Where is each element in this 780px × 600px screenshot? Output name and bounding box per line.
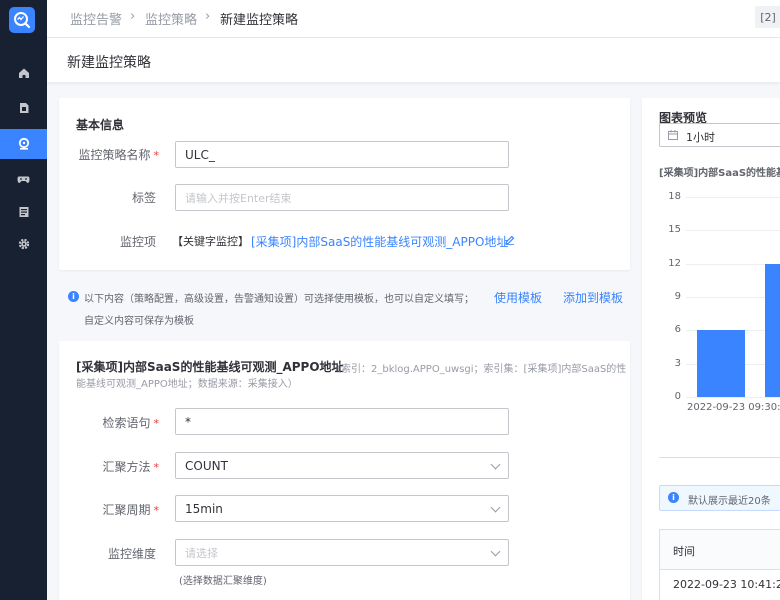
method-value: COUNT <box>185 458 228 473</box>
period-value: 15min <box>185 501 223 516</box>
monitor-logo-icon <box>14 12 31 29</box>
notice-bar: i 默认展示最近20条 <box>659 485 780 511</box>
breadcrumb-parent[interactable]: 监控策略 <box>145 9 197 28</box>
y-tick-label: 18 <box>668 191 681 202</box>
chart-title: [采集项]内部SaaS的性能基 <box>659 168 780 179</box>
strategy-name-label: 监控策略名称 * <box>59 146 159 163</box>
strategy-name-input[interactable]: ULC_ <box>175 141 509 168</box>
x-tick-label: 2022-09-23 09:30:0 <box>687 402 780 413</box>
bar-chart: 0 3 6 9 12 15 18 2022-09-23 09:30:0 <box>659 188 780 413</box>
table-cell-time: 2022-09-23 10:41:26 <box>673 578 780 591</box>
chart-bar[interactable] <box>697 330 745 397</box>
use-template-link[interactable]: 使用模板 <box>494 289 542 306</box>
divider <box>659 457 780 458</box>
monitor-item-label: 监控项 <box>119 235 156 249</box>
dimension-label: 监控维度 <box>107 547 156 561</box>
y-tick-label: 9 <box>674 291 681 302</box>
tag-label: 标签 <box>131 191 156 205</box>
y-tick-label: 6 <box>674 324 681 336</box>
top-bar: 监控告警 › 监控策略 › 新建监控策略 [2] <box>47 0 780 38</box>
dimension-hint: (选择数据汇聚维度) <box>179 576 267 587</box>
tag-input[interactable]: 请输入并按Enter结束 <box>175 184 509 211</box>
time-range-select[interactable]: 1小时 <box>659 123 780 147</box>
title-bar: 新建监控策略 <box>47 38 780 82</box>
y-tick-label: 12 <box>668 257 681 269</box>
method-label: 汇聚方法 * <box>59 458 159 475</box>
nav-monitor[interactable] <box>0 129 47 159</box>
tag-placeholder: 请输入并按Enter结束 <box>185 191 292 205</box>
chart-gridline <box>686 397 780 398</box>
dimension-select[interactable]: 请选择 <box>175 539 509 566</box>
gamepad-icon <box>17 176 30 183</box>
nav-home[interactable] <box>0 58 47 88</box>
breadcrumb-separator: › <box>205 9 211 24</box>
y-tick-label: 15 <box>668 224 681 236</box>
report-icon <box>19 207 28 217</box>
y-tick-label: 3 <box>674 357 681 369</box>
add-to-template-link[interactable]: 添加到模板 <box>563 289 623 306</box>
method-select[interactable]: COUNT <box>175 452 509 479</box>
query-source-meta: 能基线可观测_APPO地址；数据来源：采集接入） <box>76 379 298 390</box>
query-config-card: [采集项]内部SaaS的性能基线可观测_APPO地址 （索引：2_bklog.A… <box>59 341 630 600</box>
info-icon: i <box>668 492 679 503</box>
time-range-value: 1小时 <box>686 131 715 144</box>
template-note-line1: 以下内容（策略配置，高级设置，告警通知设置）可选择使用模板，也可以自定义填写； <box>84 294 474 305</box>
period-label: 汇聚周期 * <box>59 501 159 518</box>
strategy-name-value: ULC_ <box>185 147 215 162</box>
period-select[interactable]: 15min <box>175 495 509 522</box>
query-source-title: [采集项]内部SaaS的性能基线可观测_APPO地址 <box>76 360 344 374</box>
top-action-label: [2] <box>760 10 776 24</box>
nav-game[interactable] <box>0 164 47 194</box>
chart-gridline <box>686 230 780 232</box>
settings-icon <box>18 238 29 250</box>
monitor-item-link[interactable]: [采集项]内部SaaS的性能基线可观测_APPO地址 <box>251 233 508 250</box>
dimension-placeholder: 请选择 <box>185 546 218 560</box>
nav-report[interactable] <box>0 197 47 227</box>
chart-bar[interactable] <box>765 263 780 397</box>
chevron-down-icon <box>490 502 501 513</box>
calendar-icon <box>668 130 678 140</box>
query-source-meta: （索引：2_bklog.APPO_uwsgi；索引集：[采集项]内部SaaS的性 <box>331 364 627 375</box>
sidebar <box>0 0 47 600</box>
nav-dashboard[interactable] <box>0 93 47 123</box>
monitor-icon <box>18 138 29 150</box>
required-mark: * <box>153 504 160 517</box>
top-action-button[interactable]: [2] <box>755 6 780 28</box>
breadcrumb-separator: › <box>130 9 136 24</box>
breadcrumb-root[interactable]: 监控告警 <box>70 9 122 28</box>
notice-text: 默认展示最近20条 <box>688 496 771 507</box>
query-label: 检索语句 * <box>59 414 159 431</box>
dashboard-icon <box>19 103 28 113</box>
query-label-text: 检索语句 <box>102 416 151 430</box>
template-note-line2: 自定义内容可保存为模板 <box>84 316 194 327</box>
basic-info-card: 基本信息 监控策略名称 * ULC_ 标签 请输入并按Enter结束 监控项 【关… <box>59 98 630 270</box>
y-tick-label: 0 <box>674 391 681 402</box>
nav-settings[interactable] <box>0 229 47 259</box>
query-input[interactable]: * <box>175 408 509 435</box>
edit-icon[interactable] <box>505 235 515 245</box>
chart-gridline <box>686 197 780 198</box>
strategy-name-label-text: 监控策略名称 <box>78 148 151 162</box>
query-value: * <box>185 414 191 429</box>
home-icon <box>18 68 29 78</box>
method-label-text: 汇聚方法 <box>102 460 151 474</box>
table-header: 时间 <box>659 529 780 569</box>
table-header-time: 时间 <box>673 545 695 558</box>
required-mark: * <box>153 149 160 162</box>
page-title: 新建监控策略 <box>67 55 151 71</box>
table-row: 2022-09-23 10:41:26 <box>659 569 780 600</box>
app-logo[interactable] <box>9 7 35 33</box>
period-label-text: 汇聚周期 <box>102 503 151 517</box>
required-mark: * <box>153 461 160 474</box>
chevron-down-icon <box>490 546 501 557</box>
required-mark: * <box>153 417 160 430</box>
info-icon: i <box>68 291 79 302</box>
chart-preview-panel: 图表预览 1小时 [采集项]内部SaaS的性能基 0 3 6 9 12 15 18 2022-… <box>642 98 780 600</box>
breadcrumb-current: 新建监控策略 <box>220 13 299 28</box>
chevron-down-icon <box>490 459 501 470</box>
monitor-item-type: 【关键字监控】 <box>172 235 249 248</box>
section-title: 基本信息 <box>76 118 125 132</box>
